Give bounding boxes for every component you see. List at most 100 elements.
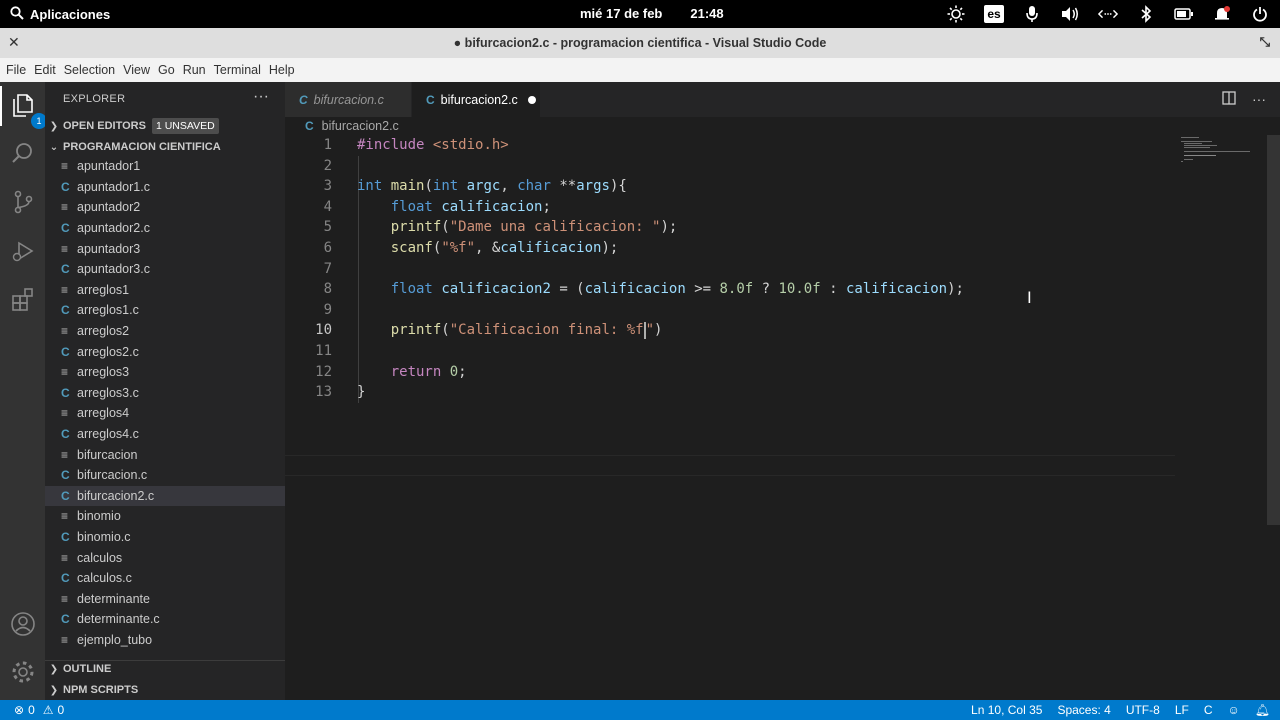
file-tree-item[interactable]: ≡ arreglos3 <box>45 362 285 383</box>
code-line[interactable]: 3 int main(int argc, char **args){ <box>285 176 1175 197</box>
notifications-bell-icon[interactable]: 🔔︎ <box>1255 703 1270 717</box>
run-debug-icon[interactable] <box>9 237 37 265</box>
open-editors-section[interactable]: ❯ OPEN EDITORS 1 UNSAVED <box>45 115 285 137</box>
file-tree-item[interactable]: ≡ apuntador3 <box>45 238 285 259</box>
code-line[interactable]: 1 #include <stdio.h> <box>285 135 1175 156</box>
unsaved-dot-icon[interactable] <box>527 95 536 104</box>
code-line[interactable]: 13} <box>285 382 1175 403</box>
network-icon[interactable] <box>1098 4 1118 24</box>
end-of-line[interactable]: LF <box>1175 703 1189 717</box>
more-actions-icon[interactable]: ··· <box>253 88 269 106</box>
volume-icon[interactable] <box>1060 4 1080 24</box>
notification-bell-icon[interactable] <box>1212 4 1232 24</box>
bluetooth-icon[interactable] <box>1136 4 1156 24</box>
menu-selection[interactable]: Selection <box>64 63 121 77</box>
brightness-icon[interactable] <box>946 4 966 24</box>
menu-edit[interactable]: Edit <box>34 63 62 77</box>
file-tree-item[interactable]: ≡ apuntador1 <box>45 156 285 177</box>
battery-icon[interactable] <box>1174 4 1194 24</box>
folder-section[interactable]: ⌄ PROGRAMACION CIENTIFICA <box>45 136 285 158</box>
code-line[interactable]: 12 return 0; <box>285 362 1175 383</box>
file-tree-item[interactable]: ≡ ejemplo_tubo <box>45 630 285 651</box>
file-tree-item[interactable]: Carreglos1.c <box>45 300 285 321</box>
file-name: apuntador1 <box>77 159 141 174</box>
tab-bifurcacion[interactable]: C bifurcacion.c <box>285 82 411 117</box>
file-tree-item[interactable]: Carreglos4.c <box>45 424 285 445</box>
c-file-icon: C <box>305 119 314 133</box>
file-tree-item[interactable]: Cbifurcacion.c <box>45 465 285 486</box>
code-line[interactable]: 9 <box>285 300 1175 321</box>
scrollbar-thumb[interactable] <box>1267 135 1280 525</box>
file-tree-item[interactable]: ≡ arreglos1 <box>45 280 285 301</box>
text-file-icon: ≡ <box>61 241 69 256</box>
warning-icon: ⚠ <box>42 703 54 717</box>
encoding[interactable]: UTF-8 <box>1126 703 1160 717</box>
cursor-position[interactable]: Ln 10, Col 35 <box>971 703 1042 717</box>
file-tree-item[interactable]: Capuntador1.c <box>45 177 285 198</box>
file-tree-item[interactable]: ≡ arreglos4 <box>45 403 285 424</box>
outline-section[interactable]: ❯ OUTLINE <box>45 658 285 680</box>
file-tree-item[interactable]: Capuntador3.c <box>45 259 285 280</box>
settings-gear-icon[interactable] <box>9 658 37 686</box>
feedback-icon[interactable]: ☺ <box>1228 703 1240 717</box>
power-icon[interactable] <box>1250 4 1270 24</box>
code-editor[interactable]: 1 #include <stdio.h> 2 3 int main(int argc, … <box>285 135 1175 700</box>
applications-menu[interactable]: Aplicaciones <box>10 6 110 23</box>
keyboard-layout-indicator[interactable]: es <box>984 5 1004 23</box>
indentation[interactable]: Spaces: 4 <box>1057 703 1110 717</box>
npm-scripts-section[interactable]: ❯ NPM SCRIPTS <box>45 679 285 701</box>
more-actions-icon[interactable]: ··· <box>1252 91 1266 108</box>
c-file-icon: C <box>61 303 70 318</box>
code-line[interactable]: 6 scanf("%f", &calificacion); <box>285 238 1175 259</box>
restore-window-icon[interactable]: ⤡ <box>1260 34 1270 50</box>
file-tree-item[interactable]: Cdeterminante.c <box>45 609 285 630</box>
search-view-icon[interactable] <box>9 139 37 167</box>
applications-label: Aplicaciones <box>30 7 111 22</box>
file-tree-item[interactable]: ≡ calculos <box>45 547 285 568</box>
file-tree-item[interactable]: ≡ arreglos2 <box>45 321 285 342</box>
extensions-icon[interactable] <box>9 286 37 314</box>
text-cursor <box>643 321 646 339</box>
code-line[interactable]: 7 <box>285 259 1175 280</box>
menu-help[interactable]: Help <box>269 63 301 77</box>
file-tree-item[interactable]: Capuntador2.c <box>45 218 285 239</box>
file-tree-item[interactable]: ≡ apuntador2 <box>45 197 285 218</box>
code-text: return 0; <box>390 363 467 380</box>
file-tree-item[interactable]: Cbinomio.c <box>45 527 285 548</box>
microphone-icon[interactable] <box>1022 4 1042 24</box>
accounts-icon[interactable] <box>9 610 37 638</box>
breadcrumb[interactable]: C bifurcacion2.c <box>305 117 399 135</box>
file-tree-item[interactable]: ≡ bifurcacion <box>45 444 285 465</box>
language-mode[interactable]: C <box>1204 703 1213 717</box>
split-editor-icon[interactable] <box>1222 91 1236 108</box>
window-titlebar[interactable]: ✕ ● bifurcacion2.c - programacion cienti… <box>0 28 1280 58</box>
code-line[interactable]: 5 printf("Dame una calificacion: "); <box>285 217 1175 238</box>
code-line[interactable]: 4 float calificacion; <box>285 197 1175 218</box>
code-line[interactable]: 11 <box>285 341 1175 362</box>
line-number: 3 <box>323 178 332 195</box>
code-line[interactable]: 2 <box>285 156 1175 177</box>
explorer-icon[interactable]: 1 <box>9 91 47 129</box>
problems-indicator[interactable]: ⊗ 0 ⚠ 0 <box>14 703 64 717</box>
file-name: determinante.c <box>77 612 160 627</box>
menu-go[interactable]: Go <box>158 63 181 77</box>
menu-terminal[interactable]: Terminal <box>214 63 267 77</box>
file-tree-item[interactable]: Carreglos3.c <box>45 383 285 404</box>
file-tree-item[interactable]: ≡ binomio <box>45 506 285 527</box>
file-tree-item[interactable]: ≡ determinante <box>45 588 285 609</box>
tab-bifurcacion2[interactable]: C bifurcacion2.c <box>412 82 540 117</box>
file-tree-item[interactable]: Carreglos2.c <box>45 341 285 362</box>
menu-run[interactable]: Run <box>183 63 212 77</box>
code-line[interactable]: 8 float calificacion2 = (calificacion >=… <box>285 279 1175 300</box>
source-control-icon[interactable] <box>9 188 37 216</box>
file-tree-item[interactable]: Cbifurcacion2.c <box>45 485 285 507</box>
menu-view[interactable]: View <box>123 63 156 77</box>
vertical-scrollbar[interactable] <box>1267 135 1280 700</box>
minimap[interactable] <box>1175 135 1270 700</box>
menu-file[interactable]: File <box>6 63 32 77</box>
file-name: arreglos4 <box>77 406 130 421</box>
code-line[interactable]: 10 printf("Calificacion final: %f ") <box>285 320 1175 341</box>
line-number: 12 <box>315 363 332 380</box>
file-tree-item[interactable]: Ccalculos.c <box>45 568 285 589</box>
clock[interactable]: mié 17 de feb 21:48 <box>580 6 724 21</box>
